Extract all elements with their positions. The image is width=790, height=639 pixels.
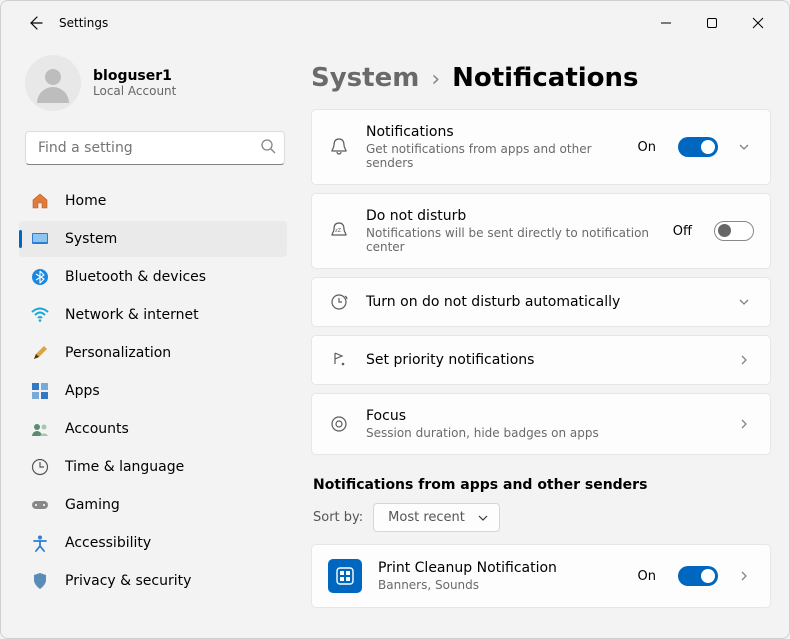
clock-icon [328, 292, 350, 312]
sidebar-item-label: Gaming [65, 497, 120, 513]
focus-icon [328, 414, 350, 434]
chevron-right-icon[interactable] [734, 569, 754, 583]
chevron-right-icon[interactable] [734, 417, 754, 431]
dnd-toggle[interactable] [714, 221, 754, 241]
sidebar-item-label: Accounts [65, 421, 129, 437]
accounts-icon [31, 420, 49, 438]
home-icon [31, 192, 49, 210]
wifi-icon [31, 306, 49, 324]
setting-subtitle: Notifications will be sent directly to n… [366, 226, 657, 254]
setting-focus[interactable]: Focus Session duration, hide badges on a… [312, 394, 770, 454]
setting-dnd[interactable]: zZ Do not disturb Notifications will be … [312, 194, 770, 268]
sidebar-item-personalization[interactable]: Personalization [19, 335, 287, 371]
setting-notifications[interactable]: Notifications Get notifications from app… [312, 110, 770, 184]
priority-icon [328, 350, 350, 370]
breadcrumb: System › Notifications [311, 63, 771, 93]
setting-dnd-auto[interactable]: Turn on do not disturb automatically [312, 278, 770, 326]
chevron-right-icon[interactable] [734, 353, 754, 367]
svg-text:zZ: zZ [335, 228, 342, 234]
sidebar-item-home[interactable]: Home [19, 183, 287, 219]
sort-select[interactable]: Most recent [373, 503, 500, 532]
sidebar-item-system[interactable]: System [19, 221, 287, 257]
section-heading: Notifications from apps and other sender… [313, 477, 769, 493]
app-title: Settings [59, 16, 108, 30]
toggle-state-label: On [638, 569, 656, 584]
sidebar-item-label: Accessibility [65, 535, 151, 551]
setting-title: Turn on do not disturb automatically [366, 294, 718, 310]
breadcrumb-separator: › [431, 67, 440, 92]
search-input[interactable] [38, 140, 260, 156]
sidebar-item-apps[interactable]: Apps [19, 373, 287, 409]
system-icon [31, 230, 49, 248]
notifications-toggle[interactable] [678, 137, 718, 157]
search-icon [260, 138, 276, 158]
app-icon [328, 559, 362, 593]
setting-title: Set priority notifications [366, 352, 718, 368]
setting-priority[interactable]: Set priority notifications [312, 336, 770, 384]
sidebar-item-label: Privacy & security [65, 573, 191, 589]
setting-subtitle: Get notifications from apps and other se… [366, 142, 622, 170]
setting-title: Notifications [366, 124, 622, 140]
chevron-down-icon[interactable] [734, 140, 754, 154]
sidebar-item-accessibility[interactable]: Accessibility [19, 525, 287, 561]
setting-title: Do not disturb [366, 208, 657, 224]
gaming-icon [31, 496, 49, 514]
sidebar-item-label: Network & internet [65, 307, 199, 323]
sidebar-item-label: Home [65, 193, 106, 209]
user-block[interactable]: bloguser1 Local Account [19, 49, 291, 127]
sidebar-item-network[interactable]: Network & internet [19, 297, 287, 333]
toggle-state-label: Off [673, 224, 692, 239]
back-button[interactable] [19, 7, 51, 39]
app-title: Print Cleanup Notification [378, 560, 622, 576]
setting-subtitle: Session duration, hide badges on apps [366, 426, 718, 440]
sidebar-item-bluetooth[interactable]: Bluetooth & devices [19, 259, 287, 295]
page-title: Notifications [452, 63, 638, 93]
sidebar-item-accounts[interactable]: Accounts [19, 411, 287, 447]
app-subtitle: Banners, Sounds [378, 578, 622, 592]
bluetooth-icon [31, 268, 49, 286]
search-box[interactable] [25, 131, 285, 165]
chevron-down-icon[interactable] [734, 295, 754, 309]
clock-globe-icon [31, 458, 49, 476]
bell-icon [328, 137, 350, 157]
avatar [25, 55, 81, 111]
sidebar-item-label: Apps [65, 383, 100, 399]
close-button[interactable] [735, 7, 781, 39]
sidebar-item-time-language[interactable]: Time & language [19, 449, 287, 485]
dnd-icon: zZ [328, 221, 350, 241]
app-toggle[interactable] [678, 566, 718, 586]
minimize-button[interactable] [643, 7, 689, 39]
maximize-button[interactable] [689, 7, 735, 39]
paintbrush-icon [31, 344, 49, 362]
user-subtitle: Local Account [93, 84, 176, 98]
sort-label: Sort by: [313, 510, 363, 525]
sidebar-item-label: Personalization [65, 345, 171, 361]
sidebar-item-label: System [65, 231, 117, 247]
user-name: bloguser1 [93, 68, 176, 84]
apps-icon [31, 382, 49, 400]
sidebar-item-privacy[interactable]: Privacy & security [19, 563, 287, 599]
toggle-state-label: On [638, 140, 656, 155]
app-notification-row[interactable]: Print Cleanup Notification Banners, Soun… [312, 545, 770, 607]
accessibility-icon [31, 534, 49, 552]
chevron-down-icon [477, 512, 489, 524]
sort-value: Most recent [388, 510, 465, 525]
breadcrumb-parent[interactable]: System [311, 63, 419, 93]
sidebar-item-label: Time & language [65, 459, 184, 475]
shield-icon [31, 572, 49, 590]
setting-title: Focus [366, 408, 718, 424]
sidebar-item-label: Bluetooth & devices [65, 269, 206, 285]
sidebar-item-gaming[interactable]: Gaming [19, 487, 287, 523]
